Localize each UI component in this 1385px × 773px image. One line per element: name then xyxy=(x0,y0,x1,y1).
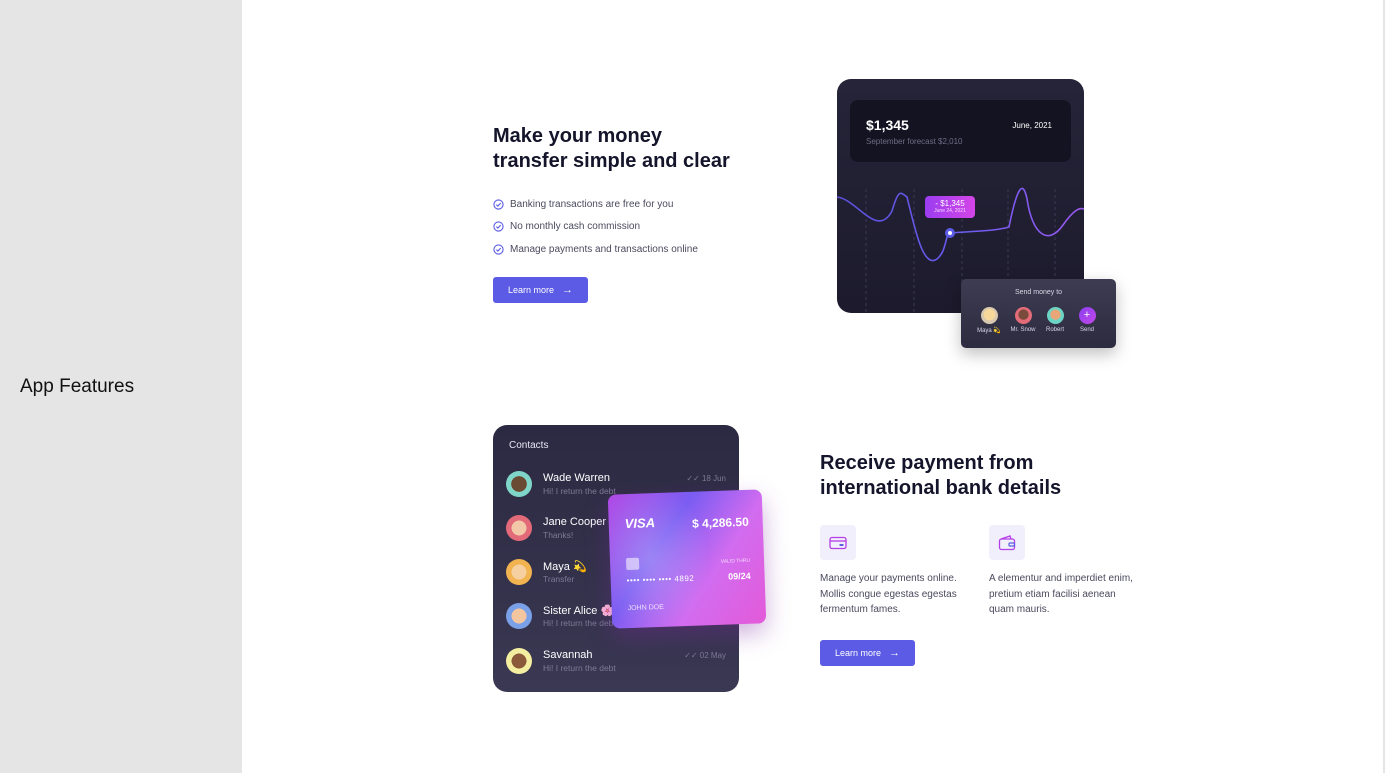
plus-icon: + xyxy=(1078,307,1096,324)
visa-logo: VISA xyxy=(624,515,656,532)
balance-summary: $1,345 June, 2021 September forecast $2,… xyxy=(850,100,1071,162)
card-expiry: 09/24 xyxy=(727,570,751,582)
send-label: Send xyxy=(1079,327,1094,333)
balance-chart-card: $1,345 June, 2021 September forecast $2,… xyxy=(837,79,1084,313)
contacts-title: Contacts xyxy=(509,440,549,451)
avatar xyxy=(506,648,532,674)
chart-tooltip: - $1,345 June 24, 2021 xyxy=(925,196,975,218)
feature-item: Banking transactions are free for you xyxy=(493,193,698,216)
contact-date: ✓✓ 18 Jun xyxy=(686,474,726,483)
check-circle-icon xyxy=(493,244,504,255)
recipient-maya[interactable]: Maya 💫 xyxy=(972,307,1006,334)
feature-item: Manage payments and transactions online xyxy=(493,238,698,261)
contact-message: Transfer xyxy=(543,574,575,584)
feature-text: No monthly cash commission xyxy=(510,221,641,233)
avatar xyxy=(506,515,532,541)
card-holder: JOHN DOE xyxy=(627,603,664,613)
main-canvas xyxy=(242,0,1385,773)
contact-name: Savannah xyxy=(543,649,593,661)
avatar xyxy=(506,471,532,497)
sidebar: App Features xyxy=(0,0,242,773)
tooltip-date: June 24, 2021 xyxy=(934,208,966,214)
card-valid-label: VALID THRU xyxy=(720,557,751,565)
avatar xyxy=(1014,307,1032,324)
learn-more-button-2[interactable]: Learn more → xyxy=(820,640,915,666)
section2-heading: Receive payment from international bank … xyxy=(820,451,1140,501)
feature2-description: A elementur and imperdiet enim, pretium … xyxy=(989,573,1133,615)
check-circle-icon xyxy=(493,199,504,210)
double-check-icon: ✓✓ xyxy=(686,474,700,483)
send-button[interactable]: + Send xyxy=(1070,307,1104,333)
contact-message: Hi! I return the debt xyxy=(543,618,616,628)
feature1-description: Manage your payments online. Mollis cong… xyxy=(820,573,957,615)
balance-date: June, 2021 xyxy=(1012,121,1052,130)
avatar xyxy=(506,559,532,585)
send-money-title: Send money to xyxy=(1014,289,1063,296)
sidebar-title: App Features xyxy=(20,376,135,397)
recipient-mr-snow[interactable]: Mr. Snow xyxy=(1006,307,1040,333)
section2-heading-line1: Receive payment from xyxy=(820,452,1034,474)
arrow-right-icon: → xyxy=(562,284,574,296)
arrow-right-icon: → xyxy=(889,647,901,659)
feature-text: Manage payments and transactions online xyxy=(510,243,698,255)
contact-message: Hi! I return the debt xyxy=(543,486,616,496)
learn-more-label: Learn more xyxy=(507,285,555,295)
feature-text: Banking transactions are free for you xyxy=(510,198,674,210)
avatar xyxy=(506,603,532,629)
section1-heading: Make your money transfer simple and clea… xyxy=(493,124,793,174)
contact-name: Wade Warren xyxy=(543,472,611,484)
recipient-robert[interactable]: Robert xyxy=(1038,307,1072,333)
section1-heading-line2: transfer simple and clear xyxy=(493,150,730,172)
card-chip-icon xyxy=(625,557,640,571)
check-circle-icon xyxy=(493,221,504,232)
contact-date: ✓✓ 02 May xyxy=(684,651,726,660)
tooltip-value: - $1,345 xyxy=(935,199,965,208)
avatar xyxy=(1046,307,1064,324)
contact-date-text: 02 May xyxy=(699,651,726,660)
recipient-name: Mr. Snow xyxy=(1010,327,1036,333)
feature1-icon-box xyxy=(820,525,856,560)
learn-more-button[interactable]: Learn more → xyxy=(493,277,588,303)
credit-card-icon xyxy=(829,536,847,549)
contact-name: Maya 💫 xyxy=(543,561,587,573)
contact-row[interactable]: Savannah Hi! I return the debt ✓✓ 02 May xyxy=(506,647,726,677)
card-balance: $ 4,286.50 xyxy=(691,514,749,531)
feature2-icon-box xyxy=(989,525,1025,560)
feature-item: No monthly cash commission xyxy=(493,216,698,239)
send-money-card: Send money to Maya 💫 Mr. Snow Robert + S… xyxy=(961,279,1116,348)
balance-amount: $1,345 xyxy=(866,117,909,133)
double-check-icon: ✓✓ xyxy=(684,651,698,660)
visa-card: VISA $ 4,286.50 •••• •••• •••• 4892 VALI… xyxy=(607,489,767,629)
contact-message: Hi! I return the debt xyxy=(543,663,616,673)
avatar xyxy=(980,307,998,324)
feature-list: Banking transactions are free for you No… xyxy=(493,193,698,261)
section2-heading-line2: international bank details xyxy=(820,477,1062,499)
contact-name: Jane Cooper xyxy=(543,516,606,528)
recipient-name: Robert xyxy=(1045,327,1064,333)
learn-more-label: Learn more xyxy=(834,648,882,658)
contact-name: Sister Alice 🌸 xyxy=(543,605,615,617)
contact-date-text: 18 Jun xyxy=(701,474,726,483)
balance-forecast: September forecast $2,010 xyxy=(866,137,963,146)
section1-heading-line1: Make your money xyxy=(493,125,662,147)
recipient-name: Maya 💫 xyxy=(977,328,1001,334)
contact-message: Thanks! xyxy=(543,530,574,540)
wallet-icon xyxy=(998,534,1016,550)
